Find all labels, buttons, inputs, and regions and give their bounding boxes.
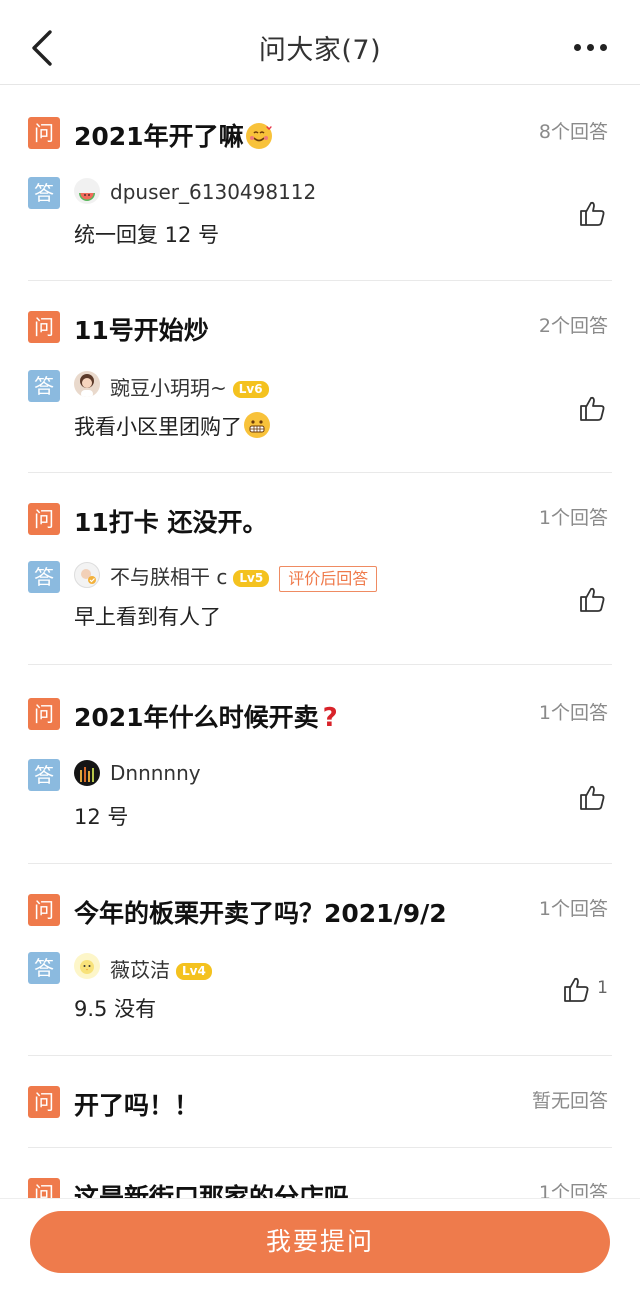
chick-avatar[interactable] <box>74 953 100 979</box>
cartoon-avatar[interactable] <box>74 562 100 588</box>
red-question-mark-icon: ? <box>322 703 338 733</box>
answer-tag: 答 <box>28 561 60 593</box>
answer-tag: 答 <box>28 177 60 209</box>
grimacing-face-icon <box>244 412 270 438</box>
page-title: 问大家(7) <box>258 35 382 66</box>
question-text[interactable]: 11打卡 还没开。 <box>74 503 268 539</box>
question-tag: 问 <box>28 894 60 926</box>
qa-item[interactable]: 问 开了吗！！ 暂无回答 <box>28 1056 612 1148</box>
answer-tag: 答 <box>28 370 60 402</box>
answer-count: 1个回答 <box>538 702 608 724</box>
question-text[interactable]: 2021年什么时候开卖? <box>74 698 338 734</box>
answer-count: 1个回答 <box>538 507 608 529</box>
girl-avatar[interactable] <box>74 371 100 397</box>
level-badge: Lv6 <box>232 381 269 398</box>
smiling-face-with-hearts-icon <box>245 123 272 149</box>
answer-count: 2个回答 <box>538 315 608 337</box>
thumbs-up-icon[interactable] <box>578 782 608 812</box>
answer-tag: 答 <box>28 759 60 791</box>
answer-text[interactable]: 9.5 没有 <box>74 993 156 1023</box>
question-tag: 问 <box>28 311 60 343</box>
like-count: 1 <box>597 978 608 998</box>
question-tag: 问 <box>28 117 60 149</box>
thumbs-up-icon[interactable] <box>578 584 608 614</box>
username[interactable]: 不与朕相干 c Lv5 评价后回答 <box>110 561 378 592</box>
ask-question-button[interactable]: 我要提问 <box>30 1211 610 1273</box>
question-text[interactable]: 开了吗！！ <box>74 1086 199 1122</box>
question-text[interactable]: 2021年开了嘛 <box>74 117 272 153</box>
qa-item[interactable]: 问 2021年开了嘛 8个回答 答 dpuser_6130498112 统一回复… <box>28 85 612 281</box>
answer-text[interactable]: 早上看到有人了 <box>74 601 221 631</box>
username[interactable]: Dnnnnny <box>110 761 201 785</box>
qa-item[interactable]: 问 11打卡 还没开。 1个回答 答 不与朕相干 c Lv5 评价后回答 早上看到有… <box>28 473 612 665</box>
thumbs-up-icon[interactable] <box>578 393 608 423</box>
question-text[interactable]: 今年的板栗开卖了吗？2021/9/2 <box>74 894 447 930</box>
qa-list: 问 2021年开了嘛 8个回答 答 dpuser_6130498112 统一回复… <box>0 85 640 1228</box>
level-badge: Lv4 <box>176 963 212 980</box>
question-tag: 问 <box>28 1086 60 1118</box>
answer-count: 暂无回答 <box>531 1090 608 1112</box>
answer-text[interactable]: 12 号 <box>74 801 128 831</box>
more-dots-icon[interactable] <box>574 44 608 52</box>
thumbs-up-icon[interactable] <box>578 198 608 228</box>
question-tag: 问 <box>28 698 60 730</box>
dark-avatar[interactable] <box>74 760 100 786</box>
answer-count: 8个回答 <box>538 121 608 143</box>
qa-item[interactable]: 问 2021年什么时候开卖? 1个回答 答 Dnnnnny 12 号 <box>28 665 612 864</box>
answer-label: 我看小区里团购了 <box>74 415 242 439</box>
username[interactable]: 豌豆小玥玥~ Lv6 <box>110 372 269 401</box>
username[interactable]: 薇苡洁 Lv4 <box>110 954 212 983</box>
answer-tag: 答 <box>28 952 60 984</box>
watermelon-avatar[interactable] <box>74 178 100 204</box>
qa-item[interactable]: 问 11号开始炒 2个回答 答 豌豆小玥玥~ Lv6 我看小区里团购了 <box>28 281 612 473</box>
qa-item[interactable]: 问 今年的板栗开卖了吗？2021/9/2 1个回答 答 薇苡洁 Lv4 9.5 没… <box>28 864 612 1056</box>
question-tag: 问 <box>28 503 60 535</box>
level-badge: Lv5 <box>233 570 270 587</box>
answer-text[interactable]: 统一回复 12 号 <box>74 219 219 249</box>
username-label: 不与朕相干 c <box>110 565 228 589</box>
answer-text[interactable]: 我看小区里团购了 <box>74 411 270 441</box>
question-text[interactable]: 11号开始炒 <box>74 311 209 347</box>
thumbs-up-icon[interactable] <box>562 974 592 1004</box>
question-label: 2021年什么时候开卖 <box>74 703 319 732</box>
question-label: 2021年开了嘛 <box>74 122 244 151</box>
review-badge: 评价后回答 <box>279 565 378 592</box>
bottom-bar: 我要提问 <box>0 1198 640 1304</box>
nav-bar: 问大家(7) <box>0 0 640 85</box>
username[interactable]: dpuser_6130498112 <box>110 180 316 204</box>
answer-count: 1个回答 <box>538 898 608 920</box>
username-label: 薇苡洁 <box>110 958 170 982</box>
username-label: 豌豆小玥玥~ <box>110 376 227 400</box>
